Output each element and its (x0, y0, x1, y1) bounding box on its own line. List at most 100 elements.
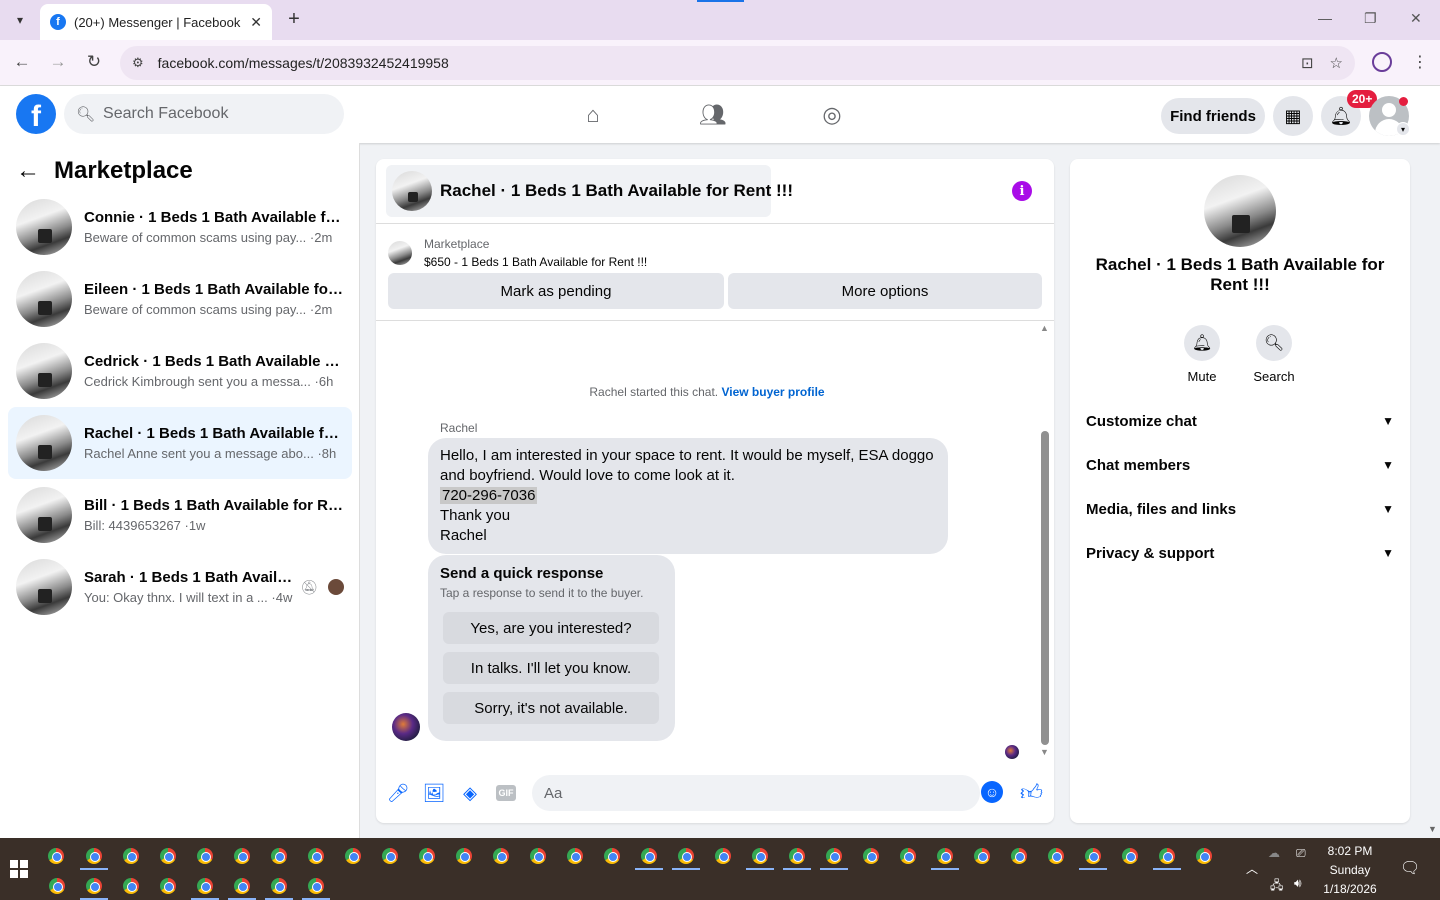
chat-scrollbar-thumb[interactable] (1041, 431, 1049, 745)
chrome-taskbar-icon[interactable] (641, 848, 657, 864)
chrome-taskbar-icon[interactable] (456, 848, 472, 864)
conversation-item[interactable]: Bill · 1 Beds 1 Bath Available for Re...… (8, 479, 352, 551)
chrome-taskbar-icon[interactable] (419, 848, 435, 864)
chat-header[interactable]: Rachel · 1 Beds 1 Bath Available for Ren… (386, 165, 793, 217)
forward-arrow-icon[interactable]: → (46, 52, 70, 72)
emoji-icon[interactable]: ☺ (981, 781, 1003, 803)
windows-start-icon[interactable] (10, 860, 28, 878)
sticker-icon[interactable]: ◈ (458, 783, 482, 804)
install-app-icon[interactable]: ⊡ (1301, 54, 1314, 72)
chrome-taskbar-icon[interactable] (308, 878, 324, 894)
menu-grid-icon[interactable]: ▦ (1273, 96, 1313, 136)
restore-icon[interactable]: ❐ (1364, 10, 1377, 27)
scroll-up-arrow-icon[interactable]: ▲ (1040, 323, 1049, 333)
quick-response-button[interactable]: Yes, are you interested? (443, 612, 659, 644)
url-text[interactable]: facebook.com/messages/t/2083932452419958 (158, 55, 1285, 71)
account-chevron-icon[interactable]: ▾ (1396, 122, 1410, 136)
home-icon[interactable]: ⌂ (578, 100, 608, 130)
volume-icon[interactable]: 🔊︎ (1294, 876, 1302, 891)
bookmark-star-icon[interactable]: ☆ (1330, 54, 1343, 72)
media-files-links-section[interactable]: Media, files and links ▼ (1078, 489, 1402, 529)
chrome-taskbar-icon[interactable] (345, 848, 361, 864)
page-scroll-down-icon[interactable]: ▼ (1428, 824, 1437, 834)
chrome-taskbar-icon[interactable] (974, 848, 990, 864)
message-bubble[interactable]: Hello, I am interested in your space to … (428, 438, 948, 554)
browser-tab[interactable]: f (20+) Messenger | Facebook ✕ (40, 4, 272, 40)
chat-members-section[interactable]: Chat members ▼ (1078, 445, 1402, 485)
chrome-taskbar-icon[interactable] (49, 878, 65, 894)
chrome-taskbar-icon[interactable] (715, 848, 731, 864)
chrome-taskbar-icon[interactable] (271, 878, 287, 894)
chrome-taskbar-icon[interactable] (604, 848, 620, 864)
chrome-taskbar-icon[interactable] (160, 878, 176, 894)
site-info-icon[interactable]: ⚙ (132, 55, 144, 71)
chrome-taskbar-icon[interactable] (530, 848, 546, 864)
chrome-taskbar-icon[interactable] (678, 848, 694, 864)
taskbar-clock[interactable]: 8:02 PM Sunday 1/18/2026 (1310, 842, 1390, 899)
privacy-support-section[interactable]: Privacy & support ▼ (1078, 533, 1402, 573)
chrome-taskbar-icon[interactable] (752, 848, 768, 864)
chrome-taskbar-icon[interactable] (160, 848, 176, 864)
chrome-taskbar-icon[interactable] (123, 848, 139, 864)
address-bar[interactable]: ⚙ facebook.com/messages/t/20839324524199… (120, 46, 1355, 80)
message-phone-number[interactable]: 720-296-7036 (440, 487, 538, 504)
view-buyer-profile-link[interactable]: View buyer profile (721, 385, 824, 399)
chrome-taskbar-icon[interactable] (1085, 848, 1101, 864)
minimize-icon[interactable]: — (1318, 10, 1332, 26)
chrome-taskbar-icon[interactable] (937, 848, 953, 864)
chrome-taskbar-icon[interactable] (826, 848, 842, 864)
chrome-taskbar-icon[interactable] (234, 878, 250, 894)
back-arrow-icon[interactable]: ← (16, 157, 40, 185)
conversation-item-active[interactable]: Rachel · 1 Beds 1 Bath Available for... … (8, 407, 352, 479)
file-explorer-icon[interactable] (48, 848, 64, 864)
back-arrow-icon[interactable]: ← (10, 52, 34, 72)
quick-response-button[interactable]: Sorry, it's not available. (443, 692, 659, 724)
window-close-icon[interactable]: ✕ (1410, 10, 1422, 27)
chrome-taskbar-icon[interactable] (382, 848, 398, 864)
thumbs-up-icon[interactable]: 👍︎ (1020, 779, 1043, 806)
browser-profile-icon[interactable] (1372, 52, 1392, 72)
conversation-item[interactable]: Sarah · 1 Beds 1 Bath Availab... You: Ok… (8, 551, 352, 623)
chrome-taskbar-icon[interactable] (1159, 848, 1175, 864)
listing-summary[interactable]: Marketplace $650 - 1 Beds 1 Bath Availab… (388, 237, 647, 269)
quick-response-button[interactable]: In talks. I'll let you know. (443, 652, 659, 684)
cloud-icon[interactable]: ☁ (1268, 846, 1280, 860)
facebook-search[interactable]: 🔍︎ (64, 94, 344, 134)
chrome-taskbar-icon[interactable] (123, 878, 139, 894)
chrome-taskbar-icon[interactable] (271, 848, 287, 864)
chrome-taskbar-icon[interactable] (1122, 848, 1138, 864)
chrome-taskbar-icon[interactable] (863, 848, 879, 864)
chrome-taskbar-icon[interactable] (86, 848, 102, 864)
friends-icon[interactable]: 👥︎ (698, 100, 728, 130)
find-friends-button[interactable]: Find friends (1161, 98, 1265, 134)
reload-icon[interactable]: ↻ (82, 52, 106, 72)
new-tab-plus-icon[interactable]: + (282, 8, 306, 31)
customize-chat-section[interactable]: Customize chat ▼ (1078, 401, 1402, 441)
notification-center-icon[interactable]: 🗨︎ (1400, 858, 1420, 878)
chrome-taskbar-icon[interactable] (567, 848, 583, 864)
chrome-taskbar-icon[interactable] (234, 848, 250, 864)
conversation-info-icon[interactable]: i (1012, 181, 1032, 201)
tab-close-icon[interactable]: ✕ (250, 14, 262, 31)
scroll-down-arrow-icon[interactable]: ▼ (1040, 747, 1049, 757)
chrome-taskbar-icon[interactable] (197, 848, 213, 864)
gif-icon[interactable]: GIF (496, 785, 516, 801)
conversation-item[interactable]: Eileen · 1 Beds 1 Bath Available for ...… (8, 263, 352, 335)
tab-list-chevron-icon[interactable]: ▾ (8, 8, 32, 32)
meet-now-icon[interactable]: ⎚ (1296, 846, 1306, 861)
photo-attach-icon[interactable]: 🖼︎ (422, 783, 446, 804)
tray-chevron-up-icon[interactable]: ︿ (1246, 860, 1258, 877)
conversation-item[interactable]: Connie · 1 Beds 1 Bath Available fo... B… (8, 191, 352, 263)
groups-icon[interactable]: ◎ (817, 100, 847, 130)
chrome-taskbar-icon[interactable] (197, 878, 213, 894)
mute-action[interactable]: 🔔︎ Mute (1172, 325, 1232, 384)
mark-as-pending-button[interactable]: Mark as pending (388, 273, 724, 309)
chrome-taskbar-icon[interactable] (1196, 848, 1212, 864)
chrome-taskbar-icon[interactable] (900, 848, 916, 864)
chrome-taskbar-icon[interactable] (86, 878, 102, 894)
details-listing-thumbnail[interactable] (1204, 175, 1276, 247)
chrome-taskbar-icon[interactable] (1011, 848, 1027, 864)
sender-avatar[interactable] (392, 713, 420, 741)
facebook-search-input[interactable] (103, 105, 324, 123)
chrome-taskbar-icon[interactable] (1048, 848, 1064, 864)
